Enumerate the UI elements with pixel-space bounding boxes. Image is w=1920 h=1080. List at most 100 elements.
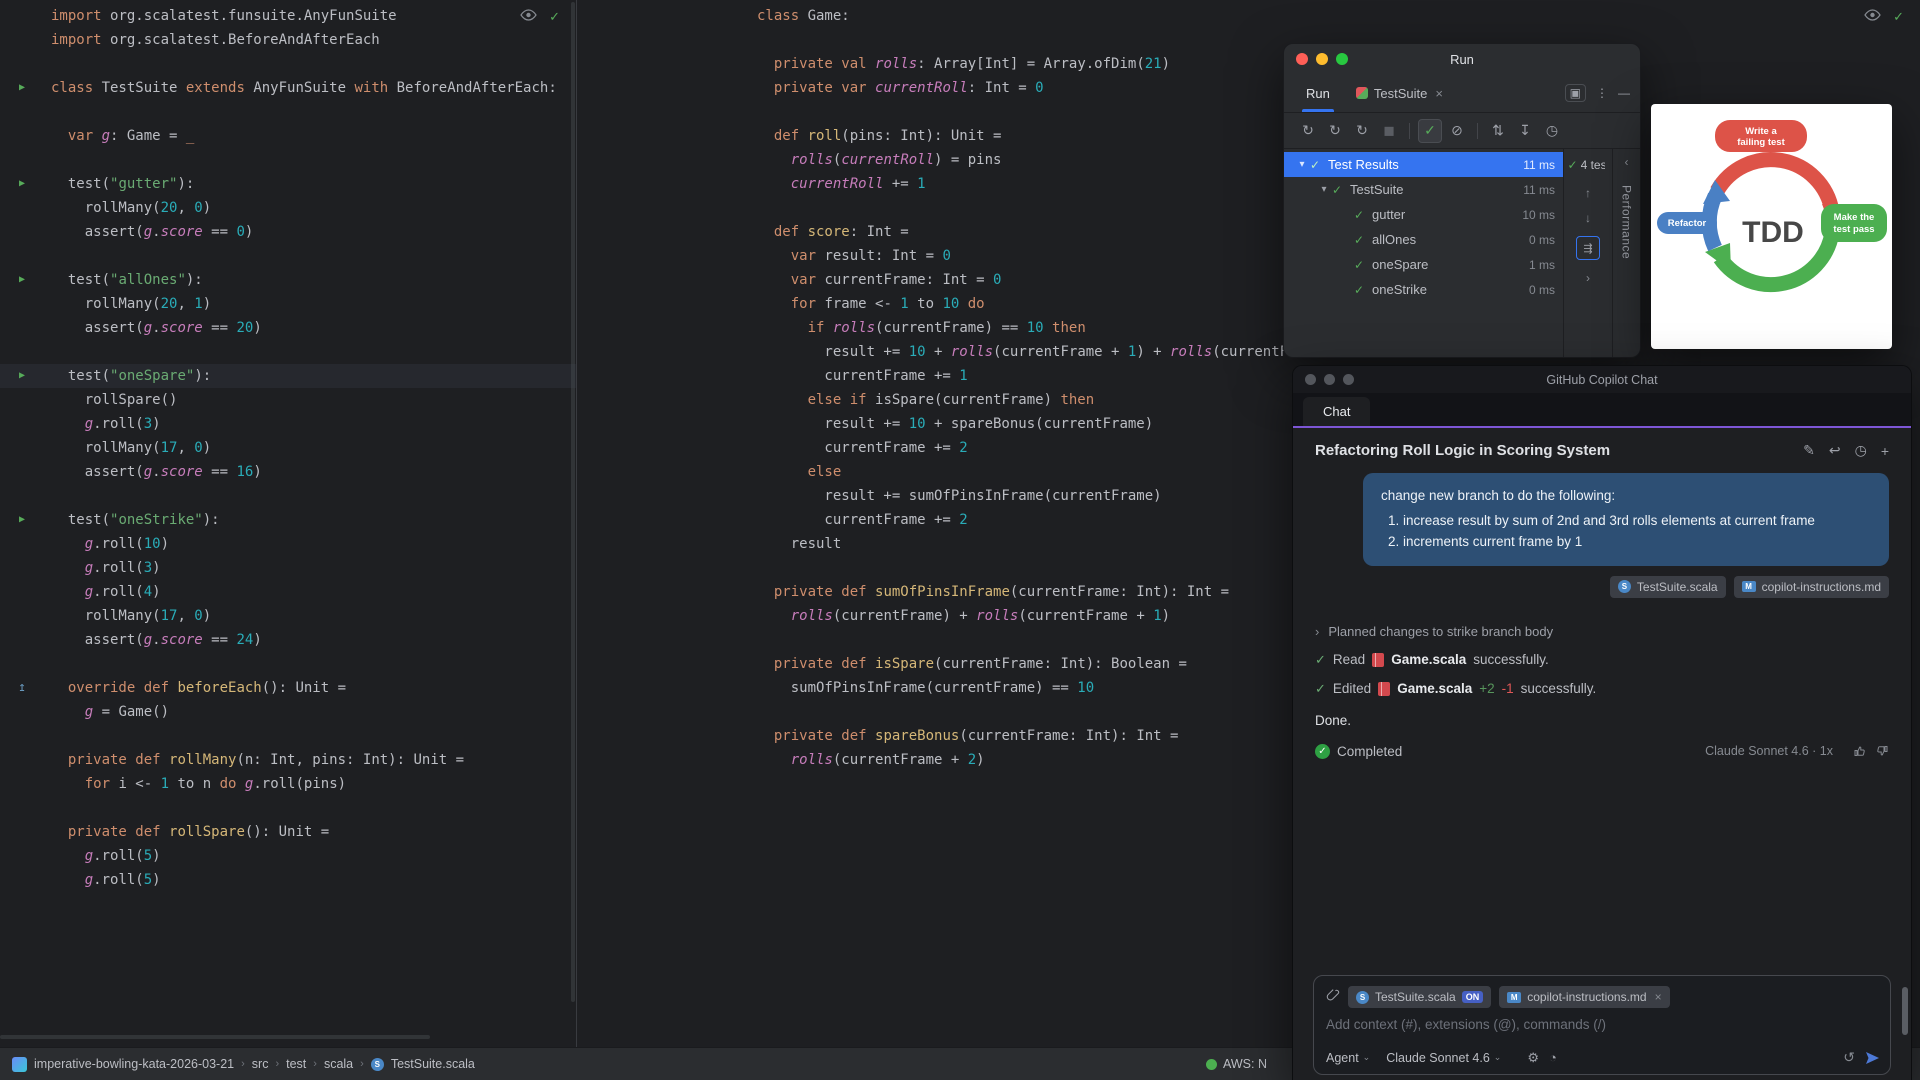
code-line[interactable]: g.roll(10) [0, 532, 576, 556]
code-line[interactable] [0, 52, 576, 76]
run-test-gutter-icon[interactable]: ▶ [13, 173, 31, 195]
minimize-icon[interactable]: — [1618, 86, 1630, 100]
minimize-window-icon[interactable] [1316, 53, 1328, 65]
copilot-titlebar[interactable]: GitHub Copilot Chat [1293, 366, 1911, 393]
code-line[interactable]: assert(g.score == 24) [0, 628, 576, 652]
step-file-name[interactable]: Game.scala [1397, 681, 1472, 696]
reader-mode-eye-icon[interactable] [520, 8, 537, 26]
vertical-scrollbar[interactable] [571, 2, 575, 1002]
code-line[interactable]: rollMany(20, 1) [0, 292, 576, 316]
thumbs-down-icon[interactable] [1875, 744, 1889, 758]
collapse-strip-icon[interactable]: ‹ [1625, 155, 1629, 169]
code-line[interactable]: g = Game() [0, 700, 576, 724]
run-test-gutter-icon[interactable]: ▶ [13, 509, 31, 531]
close-tab-icon[interactable]: × [1435, 86, 1443, 101]
breadcrumb-item[interactable]: TestSuite.scala [391, 1057, 475, 1071]
tools-icon[interactable]: ⚙ [1527, 1050, 1539, 1066]
code-line[interactable]: ↥ override def beforeEach(): Unit = [0, 676, 576, 700]
code-line[interactable]: ▶ test("gutter"): [0, 172, 576, 196]
code-line[interactable]: var g: Game = _ [0, 124, 576, 148]
code-line[interactable] [0, 484, 576, 508]
chevron-right-icon[interactable]: › [1315, 624, 1319, 639]
code-line[interactable]: for i <- 1 to n do g.roll(pins) [0, 772, 576, 796]
no-problems-check-icon[interactable]: ✓ [1893, 9, 1904, 25]
zoom-window-icon[interactable] [1343, 374, 1354, 385]
code-line[interactable]: private val rolls: Array[Int] = Array.of… [577, 52, 1920, 76]
code-line[interactable]: assert(g.score == 0) [0, 220, 576, 244]
code-line[interactable]: g.roll(3) [0, 412, 576, 436]
chat-input-box[interactable]: S TestSuite.scala ON Mcopilot-instructions.… [1313, 975, 1891, 1075]
planned-changes-section[interactable]: › Planned changes to strike branch body [1315, 624, 1889, 639]
code-line[interactable]: private def rollMany(n: Int, pins: Int):… [0, 748, 576, 772]
code-line[interactable]: private var currentRoll: Int = 0 [577, 76, 1920, 100]
test-tree-row[interactable]: ✓ oneSpare 1 ms [1284, 252, 1563, 277]
code-line[interactable]: class Game: [577, 4, 1920, 28]
test-tree-row[interactable]: ✓ oneStrike 0 ms [1284, 277, 1563, 302]
code-line[interactable]: ▶ test("oneStrike"): [0, 508, 576, 532]
model-dropdown[interactable]: Claude Sonnet 4.6 ⌄ [1386, 1051, 1501, 1065]
tab-run[interactable]: Run [1294, 74, 1342, 112]
code-line[interactable]: import org.scalatest.BeforeAndAfterEach [0, 28, 576, 52]
code-line[interactable]: assert(g.score == 20) [0, 316, 576, 340]
no-problems-check-icon[interactable]: ✓ [549, 9, 560, 25]
code-line[interactable]: g.roll(5) [0, 868, 576, 892]
edit-icon[interactable]: ✎ [1803, 442, 1815, 459]
test-tree-row[interactable]: ✓ gutter 10 ms [1284, 202, 1563, 227]
breadcrumb-item[interactable]: test [286, 1057, 306, 1071]
tab-performance[interactable]: Performance [1620, 185, 1634, 259]
code-line[interactable]: rollMany(20, 0) [0, 196, 576, 220]
horizontal-scrollbar[interactable] [0, 1035, 430, 1039]
test-tree-row[interactable]: ✓ allOnes 0 ms [1284, 227, 1563, 252]
file-pill[interactable]: Mcopilot-instructions.md [1733, 575, 1889, 598]
code-line[interactable] [577, 28, 1920, 52]
inline-statistics-icon[interactable]: ⇶ [1576, 236, 1600, 260]
run-test-gutter-icon[interactable]: ▶ [13, 365, 31, 387]
rerun-icon[interactable]: ↻ [1296, 119, 1320, 143]
code-line[interactable] [0, 340, 576, 364]
code-line[interactable]: import org.scalatest.funsuite.AnyFunSuit… [0, 4, 576, 28]
rerun-failed-icon[interactable]: ↻ [1323, 119, 1347, 143]
step-file-name[interactable]: Game.scala [1391, 652, 1466, 667]
code-line[interactable] [0, 724, 576, 748]
show-ignored-icon[interactable]: ⊘ [1445, 119, 1469, 143]
override-gutter-icon[interactable]: ↥ [13, 677, 31, 699]
test-tree-row[interactable]: ▾ ✓ Test Results 11 ms [1284, 152, 1563, 177]
undo-icon[interactable]: ↺ [1843, 1049, 1855, 1066]
aws-status[interactable]: AWS: N [1206, 1057, 1267, 1071]
editor-pane-testsuite[interactable]: ✓ import org.scalatest.funsuite.AnyFunSu… [0, 0, 577, 1047]
breadcrumb-item[interactable]: scala [324, 1057, 353, 1071]
code-line[interactable]: g.roll(3) [0, 556, 576, 580]
auto-retest-icon[interactable]: ↻ [1350, 119, 1374, 143]
tab-testsuite[interactable]: TestSuite × [1346, 86, 1453, 101]
expand-panel-icon[interactable]: › [1586, 271, 1590, 285]
test-tree-row[interactable]: ▾ ✓ TestSuite 11 ms [1284, 177, 1563, 202]
close-window-icon[interactable] [1305, 374, 1316, 385]
code-line[interactable]: rollMany(17, 0) [0, 604, 576, 628]
inspection-widget[interactable]: ✓ [1864, 8, 1904, 26]
tree-chevron-icon[interactable]: ▾ [1316, 184, 1332, 195]
history-icon[interactable]: ◷ [1540, 119, 1564, 143]
code-line[interactable]: private def rollSpare(): Unit = [0, 820, 576, 844]
more-icon[interactable]: ⋮ [1596, 86, 1608, 100]
code-line[interactable] [0, 796, 576, 820]
next-test-icon[interactable]: ↓ [1585, 211, 1591, 225]
sort-icon[interactable]: ⇅ [1486, 119, 1510, 143]
mode-dropdown[interactable]: Agent ⌄ [1326, 1051, 1370, 1065]
usage-icon[interactable]: ◔ [1549, 1050, 1557, 1065]
minimize-window-icon[interactable] [1324, 374, 1335, 385]
run-test-gutter-icon[interactable]: ▶ [13, 269, 31, 291]
tree-chevron-icon[interactable]: ▾ [1294, 159, 1310, 170]
code-line[interactable]: assert(g.score == 16) [0, 460, 576, 484]
tab-chat[interactable]: Chat [1303, 397, 1371, 426]
code-line[interactable]: rollMany(17, 0) [0, 436, 576, 460]
file-pill[interactable]: Mcopilot-instructions.md × [1499, 986, 1670, 1008]
code-line[interactable]: g.roll(4) [0, 580, 576, 604]
code-line[interactable]: rollSpare() [0, 388, 576, 412]
code-line[interactable] [0, 652, 576, 676]
code-line[interactable]: ▶ class TestSuite extends AnyFunSuite wit… [0, 76, 576, 100]
remove-pill-icon[interactable]: × [1655, 990, 1662, 1004]
show-passed-icon[interactable]: ✓ [1418, 118, 1442, 143]
send-icon[interactable] [1865, 1051, 1880, 1065]
code-line[interactable]: ▶ test("oneSpare"): [0, 364, 576, 388]
file-pill[interactable]: S TestSuite.scala ON [1348, 986, 1492, 1008]
